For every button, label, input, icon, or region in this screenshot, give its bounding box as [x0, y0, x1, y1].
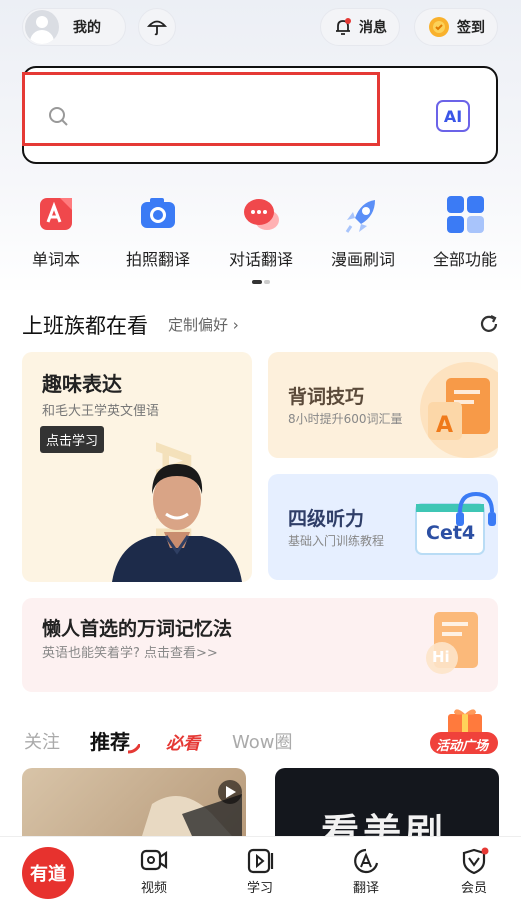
note-illustration [426, 612, 478, 674]
profile-label: 我的 [73, 20, 101, 36]
func-photo-translate[interactable]: 拍照翻译 [113, 192, 203, 270]
presenter-photo [112, 464, 242, 582]
section-title: 上班族都在看 [22, 314, 148, 338]
func-wordbook[interactable]: 单词本 [11, 192, 101, 270]
ai-icon[interactable]: AI [436, 100, 470, 132]
card-memory-method[interactable]: 懒人首选的万词记忆法 英语也能笑着学? 点击查看>> Hi [22, 598, 498, 692]
translate-icon [354, 848, 379, 874]
learn-button[interactable]: 点击学习 [40, 426, 105, 453]
nav-study[interactable]: 学习 [230, 847, 290, 896]
customize-link[interactable]: 定制偏好 › [168, 314, 239, 335]
messages-button[interactable]: 消息 [320, 8, 400, 46]
play-book-icon [247, 848, 274, 874]
vip-shield-icon [462, 847, 489, 875]
tab-must-see[interactable]: 必看 [166, 729, 200, 754]
tab-follow[interactable]: 关注 [24, 728, 60, 754]
umbrella-icon [147, 20, 167, 36]
nav-vip[interactable]: 会员 [444, 847, 504, 896]
search-input[interactable] [80, 100, 360, 130]
checkin-button[interactable]: 签到 [414, 8, 498, 46]
wordbook-icon [34, 192, 78, 236]
rocket-icon [341, 192, 385, 236]
bell-icon [336, 18, 351, 35]
hi-badge: Hi [432, 648, 450, 666]
feed-card-right[interactable]: 看美剧 [275, 768, 499, 836]
checkin-label: 签到 [457, 20, 485, 36]
profile-button[interactable]: 我的 [22, 8, 126, 46]
cet4-badge: Cet4 [426, 522, 476, 544]
tab-wow[interactable]: Wow圈 [232, 728, 292, 754]
umbrella-button[interactable] [138, 8, 176, 46]
refresh-icon[interactable] [478, 313, 500, 335]
nav-video[interactable]: 视频 [124, 847, 184, 896]
card-cet4-listening[interactable]: 四级听力 基础入门训练教程 Cet4 [268, 474, 498, 580]
svg-text:A: A [436, 413, 453, 438]
search-icon [49, 107, 68, 126]
card-fun-expressions[interactable]: 趣味表达 和毛大王学英文俚语 点击学习 ARLIS [22, 352, 252, 582]
func-chat-translate[interactable]: 对话翻译 [216, 192, 306, 270]
camera-icon [136, 192, 180, 236]
activity-square-button[interactable]: 活动广场 [428, 706, 500, 756]
tab-recommend[interactable]: 推荐 [90, 726, 130, 755]
page-indicator [252, 280, 270, 284]
youdao-logo-button[interactable]: 有道 [22, 847, 74, 899]
bottom-nav: 有道 视频 学习 翻译 会员 [0, 836, 521, 906]
func-comic-words[interactable]: 漫画刷词 [318, 192, 408, 270]
feed-card-left[interactable] [22, 768, 246, 836]
notebook-illustration: A [420, 362, 498, 458]
chat-icon [239, 192, 283, 236]
messages-label: 消息 [359, 20, 387, 36]
nav-translate[interactable]: 翻译 [336, 847, 396, 896]
feed-thumbnail-left [142, 780, 242, 836]
feed-title-right: 看美剧 [321, 811, 448, 836]
video-icon [140, 849, 168, 871]
coin-icon [429, 17, 449, 37]
avatar [25, 10, 59, 44]
grid-icon [443, 192, 487, 236]
card-memorize-tips[interactable]: 背词技巧 8小时提升600词汇量 A [268, 352, 498, 458]
func-all[interactable]: 全部功能 [420, 192, 510, 270]
tab-underline [128, 744, 140, 754]
